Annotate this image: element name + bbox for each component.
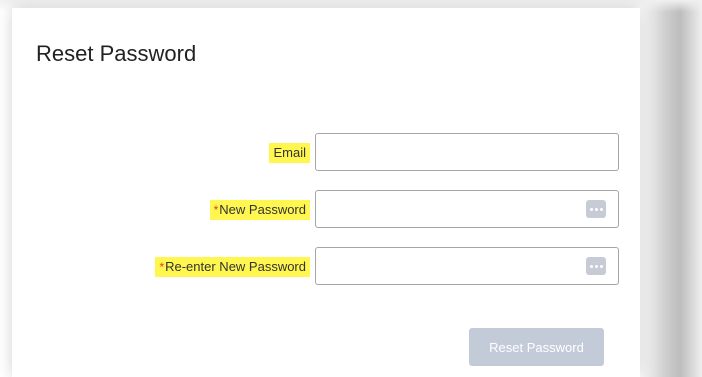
email-row: Email <box>12 133 640 171</box>
required-marker: * <box>159 260 165 274</box>
password-options-icon[interactable] <box>586 257 606 275</box>
dot-icon <box>589 264 593 268</box>
reset-password-button[interactable]: Reset Password <box>469 328 604 366</box>
dot-icon <box>594 264 598 268</box>
reset-password-dialog: Reset Password Email *New Password *Re-e… <box>12 8 640 377</box>
email-label: Email <box>269 143 310 163</box>
dot-icon <box>599 264 603 268</box>
new-password-label: *New Password <box>209 200 310 220</box>
password-options-icon[interactable] <box>586 200 606 218</box>
dot-icon <box>589 207 593 211</box>
reenter-password-input[interactable] <box>315 247 619 285</box>
reenter-password-row: *Re-enter New Password <box>12 247 640 285</box>
dot-icon <box>594 207 598 211</box>
email-label-text: Email <box>273 145 306 160</box>
reenter-password-label-text: Re-enter New Password <box>165 259 306 274</box>
reenter-password-label: *Re-enter New Password <box>155 257 310 277</box>
required-marker: * <box>213 203 219 217</box>
new-password-row: *New Password <box>12 190 640 228</box>
dot-icon <box>599 207 603 211</box>
email-input[interactable] <box>315 133 619 171</box>
new-password-input[interactable] <box>315 190 619 228</box>
dialog-title: Reset Password <box>36 41 197 66</box>
new-password-label-text: New Password <box>219 202 306 217</box>
